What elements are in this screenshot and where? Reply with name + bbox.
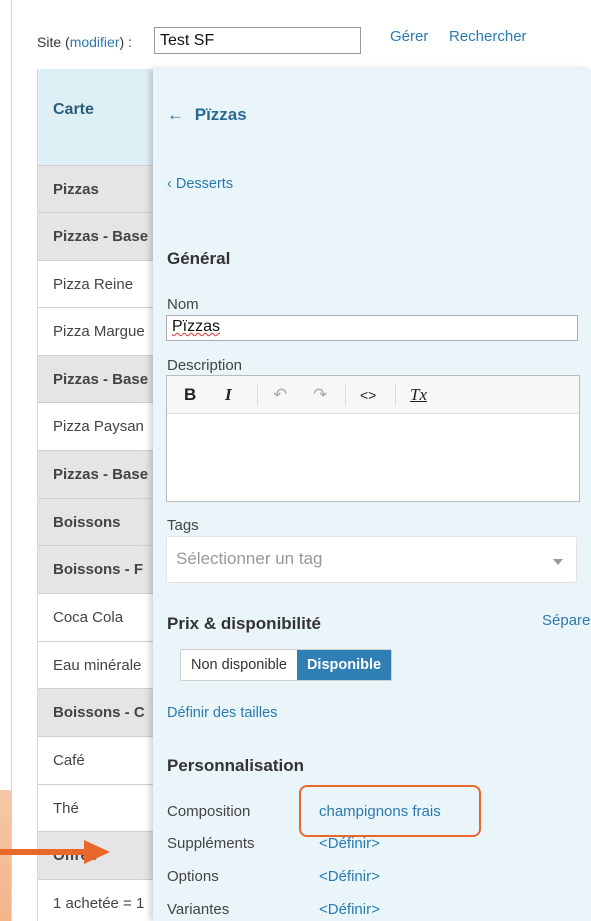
search-link[interactable]: Rechercher [449, 28, 527, 45]
category-editor-panel: ← Pïzzas ‹ Desserts Général Nom Pïzzas D… [153, 69, 591, 921]
supplements-define-link[interactable]: <Définir> [319, 835, 380, 852]
menu-category-row[interactable]: Boissons - F [38, 545, 168, 593]
options-label: Options [167, 868, 219, 885]
options-define-link[interactable]: <Définir> [319, 868, 380, 885]
name-field-value: Pïzzas [172, 318, 221, 335]
menu-category-row[interactable]: Pizzas - Base [38, 355, 168, 403]
composition-label: Composition [167, 803, 251, 820]
arrow-head-icon [84, 840, 110, 864]
define-sizes-link[interactable]: Définir des tailles [167, 705, 277, 721]
separate-link[interactable]: Sépare [542, 612, 590, 629]
site-name-input[interactable] [154, 27, 361, 54]
manage-link[interactable]: Gérer [390, 28, 428, 45]
clear-format-icon[interactable]: Tx [410, 385, 427, 405]
menu-item-row[interactable]: Thé [38, 784, 168, 832]
toolbar-separator [345, 384, 346, 406]
site-label: Site (modifier) : [37, 34, 132, 50]
back-link[interactable]: ‹ Desserts [167, 176, 233, 192]
tags-placeholder: Sélectionner un tag [176, 549, 323, 568]
description-label: Description [167, 357, 243, 374]
menu-header[interactable]: Carte [38, 69, 168, 165]
toolbar-separator [395, 384, 396, 406]
menu-category-row[interactable]: Pizzas - Base [38, 212, 168, 260]
italic-button[interactable]: I [225, 385, 232, 405]
menu-item-row[interactable]: Pizza Reine [38, 260, 168, 308]
general-heading: Général [167, 249, 231, 268]
menu-item-row[interactable]: Pizza Margue [38, 307, 168, 355]
menu-item-row[interactable]: Pizza Paysan [38, 402, 168, 450]
modify-site-link[interactable]: modifier [70, 34, 120, 50]
undo-icon[interactable]: ↶ [273, 385, 287, 405]
back-link-label: Desserts [175, 176, 234, 192]
pricing-heading: Prix & disponibilité [167, 614, 321, 633]
description-editor[interactable]: B I ↶ ↷ <> Tx [166, 375, 580, 502]
tags-select[interactable]: Sélectionner un tag [166, 536, 577, 583]
panel-title-text: Pïzzas [194, 105, 247, 124]
menu-item-row[interactable]: 1 achetée = 1 [38, 879, 168, 921]
back-arrow-icon[interactable]: ← [167, 105, 184, 124]
name-field[interactable]: Pïzzas [166, 315, 578, 341]
panel-title[interactable]: ← Pïzzas [167, 105, 247, 125]
tags-label: Tags [167, 517, 199, 534]
availability-toggle: Non disponible Disponible [180, 649, 393, 681]
code-icon[interactable]: <> [360, 387, 376, 403]
variants-label: Variantes [167, 901, 230, 918]
decorative-strip [0, 790, 11, 921]
chevron-left-icon: ‹ [167, 176, 172, 192]
menu-item-row[interactable]: Café [38, 736, 168, 784]
menu-category-row[interactable]: Pizzas [38, 165, 168, 213]
redo-icon[interactable]: ↷ [313, 385, 327, 405]
toolbar-separator [257, 384, 258, 406]
unavailable-option[interactable]: Non disponible [181, 650, 297, 680]
menu-item-row[interactable]: Coca Cola [38, 593, 168, 641]
chevron-down-icon [553, 559, 563, 565]
available-option[interactable]: Disponible [296, 650, 392, 680]
menu-category-row[interactable]: Boissons - C [38, 688, 168, 736]
customization-heading: Personnalisation [167, 756, 304, 775]
site-label-colon: : [128, 34, 132, 50]
site-label-text: Site [37, 34, 62, 50]
editor-toolbar: B I ↶ ↷ <> Tx [167, 376, 579, 414]
menu-item-row[interactable]: Eau minérale [38, 641, 168, 689]
variants-define-link[interactable]: <Définir> [319, 901, 380, 918]
frame-border [11, 0, 12, 921]
menu-category-row[interactable]: Boissons [38, 498, 168, 546]
menu-sidebar: Carte Pizzas Pizzas - Base Pizza Reine Pizz… [37, 69, 168, 921]
menu-header-title: Carte [53, 101, 94, 118]
bold-button[interactable]: B [184, 385, 196, 405]
menu-category-row[interactable]: Pizzas - Base [38, 450, 168, 498]
composition-value-link[interactable]: champignons frais [319, 803, 441, 820]
name-label: Nom [167, 296, 199, 313]
supplements-label: Suppléments [167, 835, 255, 852]
annotation-arrow [0, 849, 85, 855]
